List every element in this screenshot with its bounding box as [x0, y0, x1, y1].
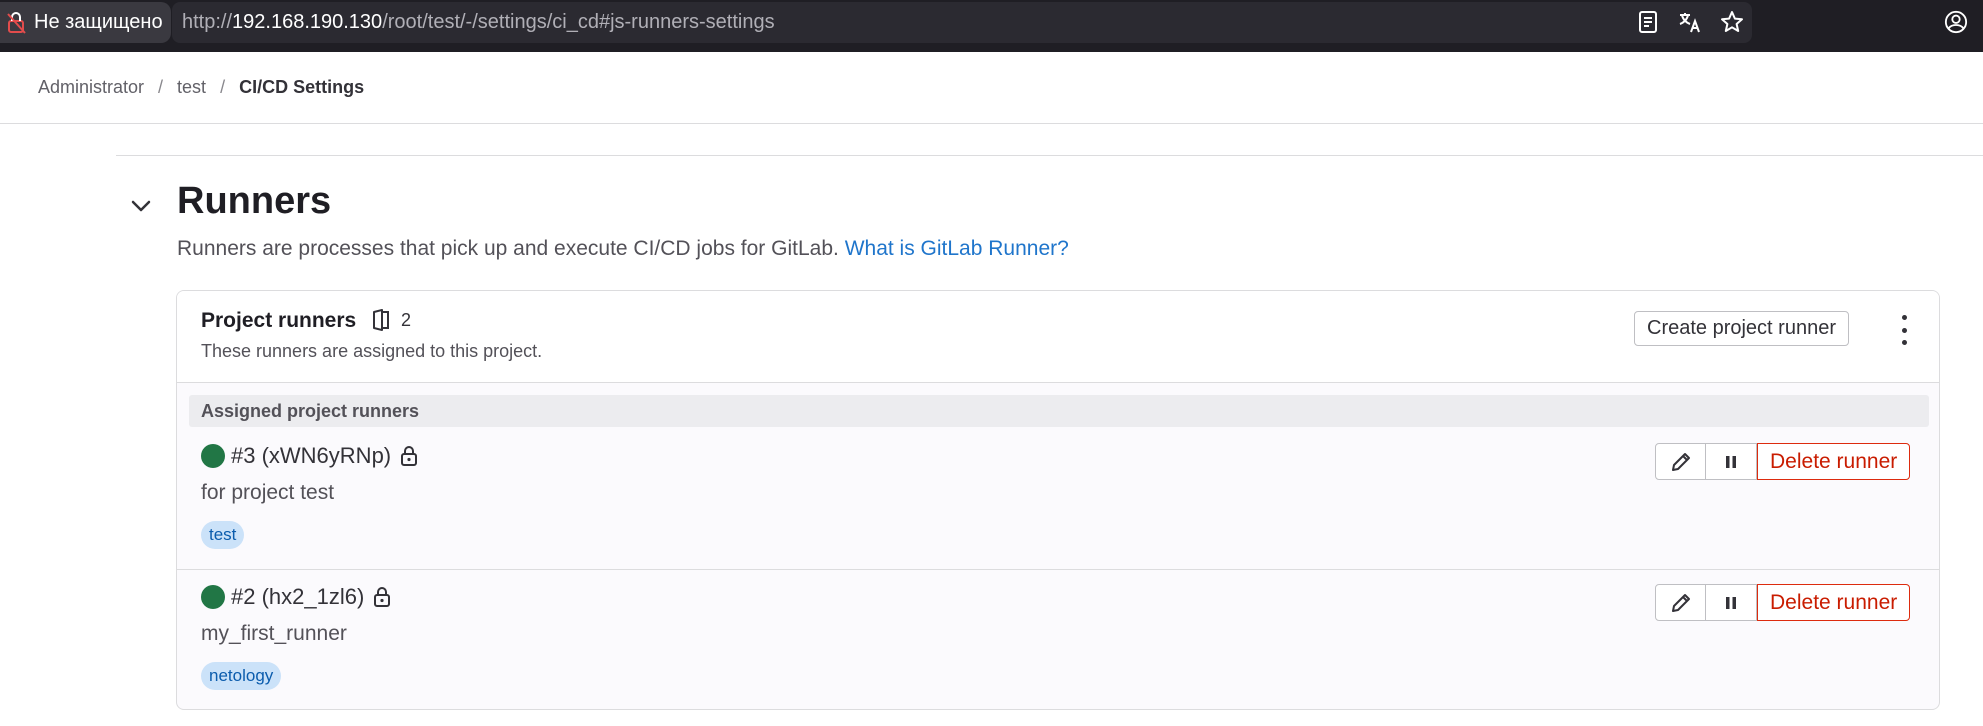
breadcrumb-separator: /: [220, 77, 226, 97]
breadcrumb: Administrator / test / CI/CD Settings: [0, 52, 1983, 124]
breadcrumb-item-administrator[interactable]: Administrator: [38, 77, 144, 98]
breadcrumb-item-current[interactable]: CI/CD Settings: [239, 77, 364, 98]
section-title: Runners: [177, 180, 332, 222]
browser-toolbar: Не защищено http://192.168.190.130/root/…: [0, 0, 1983, 52]
url-host: 192.168.190.130: [232, 11, 383, 33]
security-indicator[interactable]: Не защищено: [0, 2, 171, 43]
lock-icon: [374, 587, 391, 607]
card-header: Project runners 2 These runners are assi…: [177, 291, 1939, 383]
reader-mode-icon[interactable]: [1636, 10, 1660, 34]
more-actions-icon[interactable]: [1897, 315, 1911, 345]
edit-runner-button[interactable]: [1655, 584, 1706, 621]
runner-count-value: 2: [401, 309, 412, 330]
runner-name[interactable]: #3 (xWN6yRNp): [231, 443, 391, 469]
runner-name[interactable]: #2 (hx2_1zl6): [231, 584, 364, 610]
runner-tag: netology: [201, 662, 282, 690]
section-description: Runners are processes that pick up and e…: [177, 237, 1069, 261]
runner-item: #3 (xWN6yRNp) for project test test Dele…: [177, 443, 1939, 583]
delete-runner-button[interactable]: Delete runner: [1757, 584, 1911, 621]
delete-runner-button[interactable]: Delete runner: [1757, 443, 1911, 480]
runner-heading: #2 (hx2_1zl6): [201, 584, 392, 610]
profile-icon[interactable]: [1944, 10, 1968, 34]
runner-description: for project test: [201, 481, 335, 504]
bookmark-star-icon[interactable]: [1720, 10, 1744, 34]
translate-icon[interactable]: [1678, 10, 1702, 34]
create-project-runner-button[interactable]: Create project runner: [1634, 311, 1849, 346]
runner-actions: Delete runner: [1655, 584, 1911, 622]
pause-icon: [1726, 455, 1736, 468]
help-link[interactable]: What is GitLab Runner?: [845, 237, 1069, 260]
project-runners-card: Project runners 2 These runners are assi…: [176, 290, 1940, 710]
section-divider: [116, 155, 1983, 156]
runner-description: my_first_runner: [201, 622, 347, 645]
section-description-text: Runners are processes that pick up and e…: [177, 237, 839, 260]
card-subtitle: These runners are assigned to this proje…: [201, 341, 543, 361]
lock-icon: [401, 446, 418, 466]
runner-divider: [177, 569, 1939, 570]
card-title: Project runners: [201, 309, 357, 332]
insecure-lock-icon: [7, 11, 26, 34]
runner-tag: test: [201, 521, 245, 549]
runner-actions: Delete runner: [1655, 443, 1911, 481]
breadcrumb-separator: /: [158, 77, 164, 97]
runner-count: 2: [371, 309, 411, 331]
url-path: /root/test/-/settings/ci_cd#js-runners-s…: [382, 11, 775, 33]
collapse-chevron-icon[interactable]: [128, 193, 154, 219]
online-status-icon: [201, 585, 225, 609]
pause-icon: [1726, 596, 1736, 609]
pencil-icon: [1671, 593, 1690, 612]
online-status-icon: [201, 444, 225, 468]
edit-runner-button[interactable]: [1655, 443, 1706, 480]
breadcrumb-item-project[interactable]: test: [177, 77, 206, 98]
assigned-runners-subheader: Assigned project runners: [189, 395, 1929, 427]
runner-heading: #3 (xWN6yRNp): [201, 443, 419, 469]
url-prefix: http://: [182, 11, 233, 33]
runner-icon: [373, 309, 389, 331]
pause-runner-button[interactable]: [1706, 443, 1757, 480]
pause-runner-button[interactable]: [1706, 584, 1757, 621]
security-label: Не защищено: [34, 11, 163, 33]
runner-item: #2 (hx2_1zl6) my_first_runner netology D…: [177, 584, 1939, 709]
pencil-icon: [1671, 452, 1690, 471]
address-bar[interactable]: http://192.168.190.130/root/test/-/setti…: [172, 2, 1752, 43]
